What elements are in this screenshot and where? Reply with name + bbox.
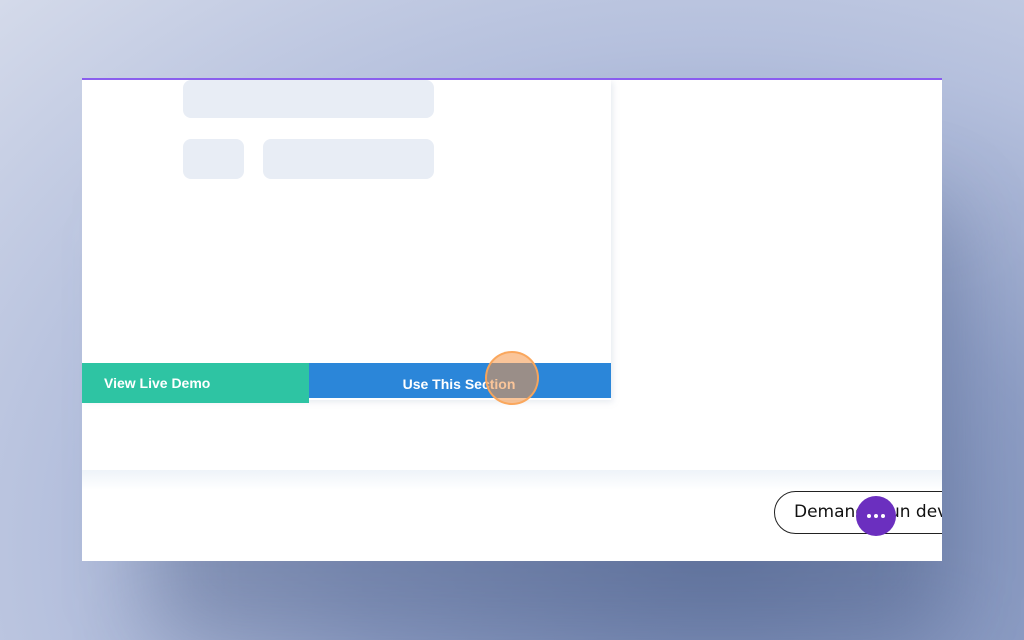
view-live-demo-button[interactable]: View Live Demo: [82, 363, 309, 403]
more-dots-icon[interactable]: [856, 496, 896, 536]
layout-preview-card: View Live Demo Use This Section: [82, 80, 611, 403]
click-indicator: [485, 351, 539, 405]
dot: [867, 514, 871, 518]
use-this-section-button[interactable]: Use This Section: [309, 363, 611, 398]
skeleton-field-small: [183, 139, 244, 179]
page-window: View Live Demo Use This Section Demander…: [82, 78, 942, 561]
dot: [874, 514, 878, 518]
dot: [881, 514, 885, 518]
skeleton-field-medium: [263, 139, 434, 179]
skeleton-field-wide: [183, 80, 434, 118]
section-divider: [82, 470, 942, 490]
